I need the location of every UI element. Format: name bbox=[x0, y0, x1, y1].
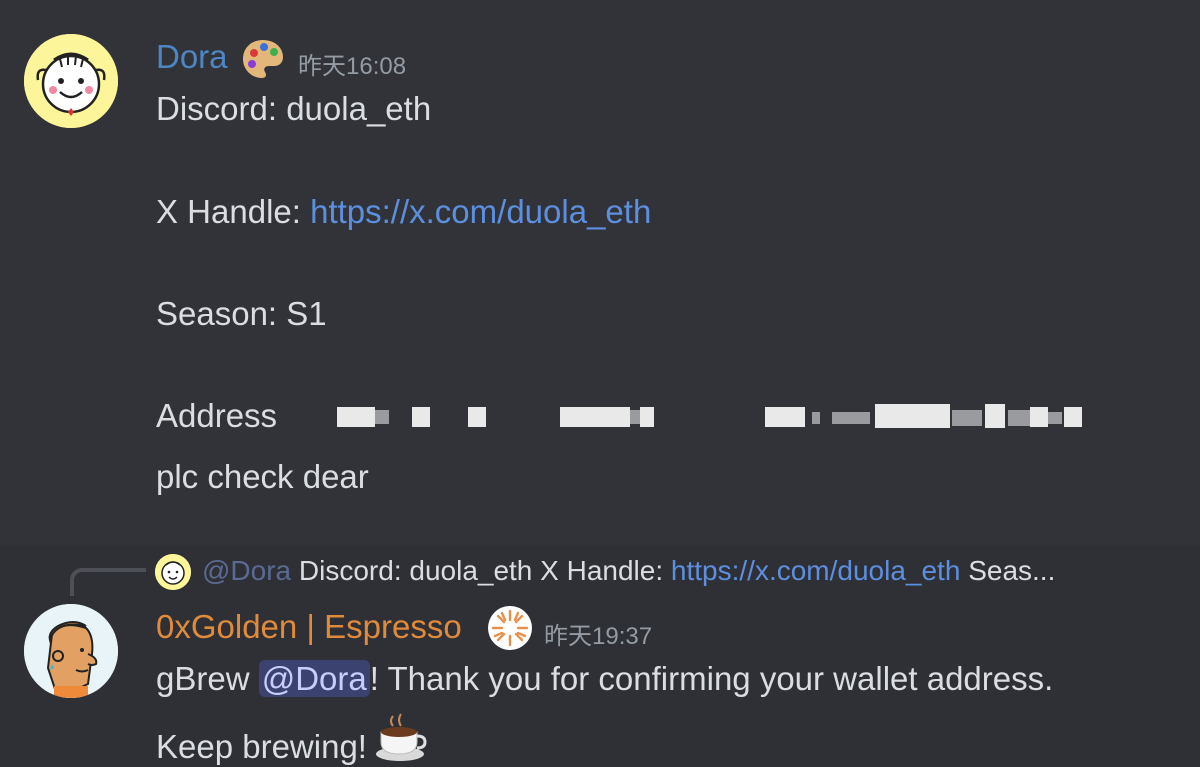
reply-preview-tail: Seas... bbox=[960, 555, 1056, 586]
message-line-x-handle: X Handle: https://x.com/duola_eth bbox=[156, 193, 651, 231]
message-line-check: plc check dear bbox=[156, 458, 369, 495]
reply-avatar[interactable] bbox=[155, 554, 191, 590]
keep-brewing-text: Keep brewing! bbox=[156, 728, 367, 765]
username-golden[interactable]: 0xGolden | Espresso bbox=[156, 608, 462, 646]
reply-preview[interactable]: @Dora Discord: duola_eth X Handle: https… bbox=[202, 555, 1055, 587]
reply-mention[interactable]: @Dora bbox=[202, 555, 291, 586]
gbrew-suffix: ! Thank you for confirming your wallet a… bbox=[369, 660, 1054, 697]
reply-preview-link[interactable]: https://x.com/duola_eth bbox=[671, 555, 961, 586]
palette-icon bbox=[243, 40, 283, 78]
sunburst-icon bbox=[488, 606, 532, 650]
message-line-season: Season: S1 bbox=[156, 295, 327, 332]
message-dora: Dora 昨天16:08 Discord: duola_eth X Handle… bbox=[0, 0, 1200, 546]
mention-dora[interactable]: @Dora bbox=[258, 660, 370, 697]
x-handle-label: X Handle: bbox=[156, 193, 311, 230]
avatar-golden[interactable] bbox=[24, 604, 118, 698]
username-dora[interactable]: Dora bbox=[156, 38, 228, 76]
coffee-cup-icon bbox=[375, 713, 427, 761]
timestamp: 昨天19:37 bbox=[544, 623, 653, 650]
message-line-address-label: Address bbox=[156, 397, 278, 434]
reply-connector bbox=[70, 568, 146, 596]
dora-avatar-icon bbox=[155, 554, 191, 590]
timestamp: 昨天16:08 bbox=[298, 53, 407, 80]
avatar-dora[interactable] bbox=[24, 34, 118, 128]
x-handle-link[interactable]: https://x.com/duola_eth bbox=[310, 193, 651, 230]
dora-avatar-icon bbox=[24, 34, 118, 128]
message-line-keep-brewing: Keep brewing! bbox=[156, 710, 427, 766]
reply-preview-text: Discord: duola_eth X Handle: bbox=[298, 555, 671, 586]
golden-avatar-icon bbox=[24, 604, 118, 698]
message-line-gbrew: gBrew @Dora! Thank you for confirming yo… bbox=[156, 660, 1053, 698]
gbrew-prefix: gBrew bbox=[156, 660, 259, 697]
message-line-discord: Discord: duola_eth bbox=[156, 90, 432, 127]
